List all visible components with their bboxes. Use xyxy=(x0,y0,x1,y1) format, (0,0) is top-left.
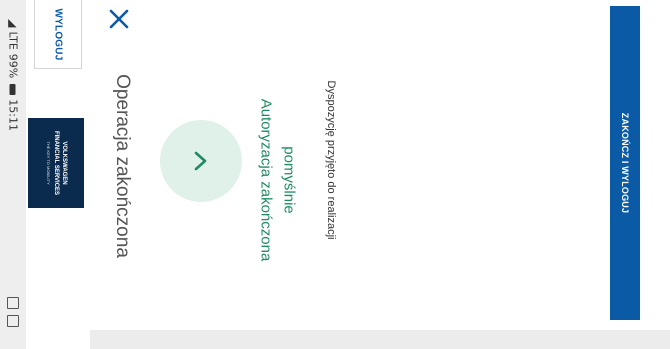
chevron-right-icon xyxy=(194,151,207,171)
status-bar: ◢ LTE 99% 15:11 xyxy=(0,0,26,349)
logo-tagline: THE KEY TO MOBILITY xyxy=(46,141,51,185)
message-notification-icon xyxy=(7,315,19,327)
status-message-line-2: pomyślnie xyxy=(280,146,298,214)
network-label: LTE xyxy=(6,31,20,50)
notification-icons xyxy=(7,297,19,327)
brand-logo: VOLKSWAGEN FINANCIAL SERVICES THE KEY TO… xyxy=(28,118,84,208)
logout-button[interactable]: WYLOGUJ xyxy=(34,0,82,69)
logout-label: WYLOGUJ xyxy=(52,8,64,60)
logo-line-1: VOLKSWAGEN xyxy=(61,141,67,185)
logo-line-2: FINANCIAL SERVICES xyxy=(53,130,59,196)
status-message-line-1: Autoryzacja zakończona xyxy=(257,98,275,262)
battery-icon xyxy=(10,84,16,96)
clock: 15:11 xyxy=(6,99,20,131)
status-detail: Dyspozycję przyjęto do realizacji xyxy=(325,80,337,240)
finish-and-logout-button[interactable]: ZAKOŃCZ I WYLOGUJ xyxy=(610,6,640,320)
page-title: Operacja zakończona xyxy=(112,74,133,258)
success-indicator xyxy=(160,120,242,202)
battery-level: 99% xyxy=(6,53,20,79)
close-icon[interactable] xyxy=(106,6,132,32)
image-notification-icon xyxy=(7,297,19,309)
finish-button-label: ZAKOŃCZ I WYLOGUJ xyxy=(620,112,630,214)
signal-icon: ◢ xyxy=(6,19,20,28)
